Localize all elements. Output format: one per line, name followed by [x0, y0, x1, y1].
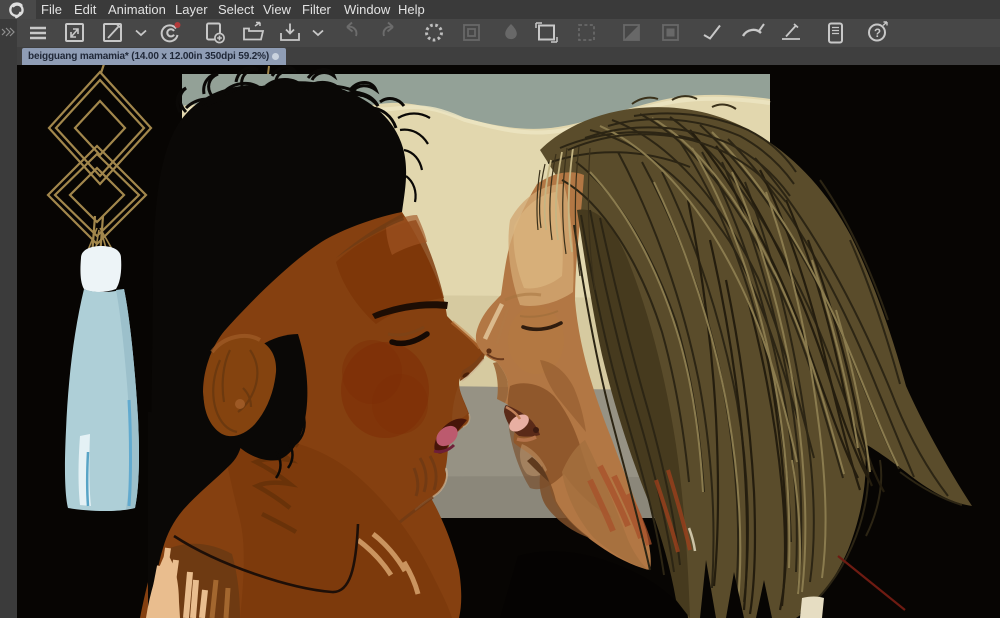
svg-text:?: ? — [874, 28, 881, 40]
